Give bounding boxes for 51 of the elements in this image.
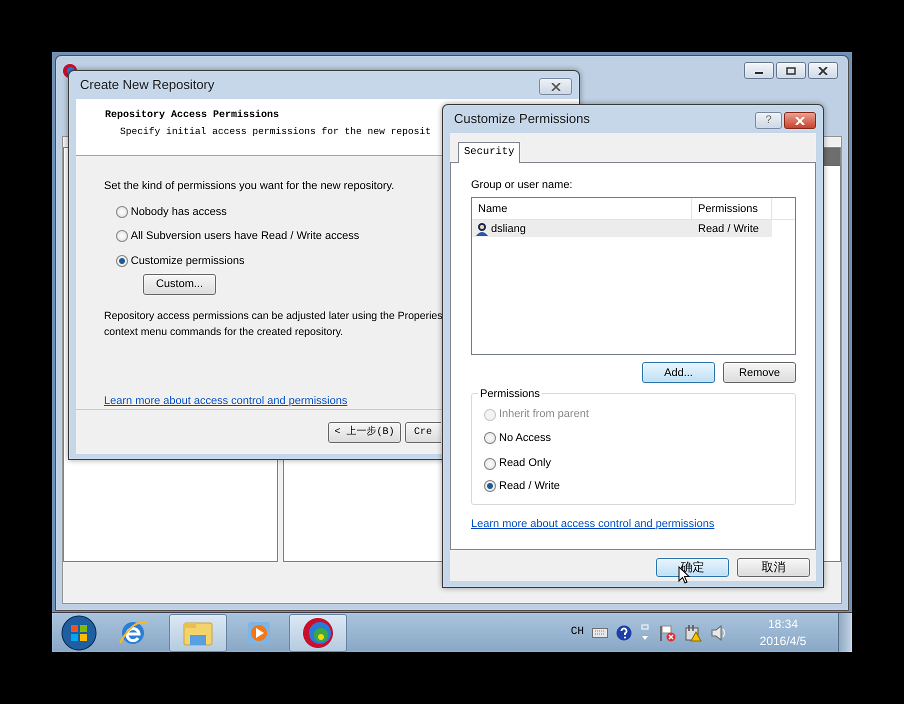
page-subtitle: Specify initial access permissions for the new reposit [120, 125, 431, 139]
radio-option[interactable]: Nobody has access [116, 204, 227, 220]
ok-button[interactable]: 确定 [656, 558, 729, 577]
permission-value: Read / Write [697, 222, 759, 236]
remove-button[interactable]: Remove [723, 362, 796, 384]
help-icon[interactable] [616, 624, 632, 640]
user-name: dsliang [491, 222, 526, 236]
close-button[interactable] [539, 78, 572, 95]
add-button[interactable]: Add... [642, 362, 715, 384]
close-icon [795, 116, 805, 124]
input-language[interactable]: CH [570, 624, 584, 641]
close-icon [550, 82, 560, 90]
dialog-title: Customize Permissions [454, 110, 590, 128]
close-button[interactable] [784, 112, 816, 129]
tab[interactable]: Security [458, 142, 520, 163]
radio-option[interactable]: Read Only [484, 455, 551, 472]
close-button[interactable] [808, 62, 838, 79]
app-taskbar-button[interactable] [289, 614, 347, 652]
back-button[interactable]: < 上一步(B) [328, 422, 401, 442]
clock-time: 18:34 [768, 616, 798, 632]
dialog-title: Create New Repository [80, 76, 214, 94]
help-link[interactable]: Learn more about access control and permissions [471, 516, 714, 533]
help-link[interactable]: Learn more about access control and permissions [104, 392, 348, 409]
create-button[interactable]: Cre [405, 422, 441, 442]
help-button[interactable]: ? [755, 112, 782, 129]
clock-date: 2016/4/5 [760, 632, 806, 649]
user-icon [476, 222, 488, 236]
radio-option[interactable]: All Subversion users have Read / Write access [116, 228, 360, 244]
radio-option[interactable]: No Access [484, 430, 551, 446]
folder-taskbar-button[interactable] [169, 614, 227, 652]
keyboard-icon[interactable] [592, 628, 608, 638]
network-warning-icon[interactable] [684, 624, 702, 642]
radio-option[interactable]: Customize permissions [116, 252, 244, 269]
start-button[interactable] [61, 614, 97, 650]
app-logo-icon [302, 616, 334, 648]
speaker-icon[interactable] [710, 624, 728, 640]
close-icon [818, 66, 828, 74]
flag-error-icon[interactable] [658, 624, 676, 642]
maximize-icon [786, 66, 796, 74]
minimize-button[interactable] [744, 62, 774, 79]
group-label: Group or user name: [471, 178, 572, 193]
page-heading: Repository Access Permissions [105, 108, 280, 123]
maximize-button[interactable] [776, 62, 806, 79]
cancel-button[interactable]: 取消 [737, 558, 810, 577]
custom-button[interactable]: Custom... [143, 274, 216, 295]
show-desktop-button[interactable] [838, 612, 852, 652]
list-row[interactable]: dsliang Read / Write [472, 220, 772, 238]
note-text: Repository access permissions can be adjusted later using the Properies [104, 309, 443, 324]
note-text: context menu commands for the created repository. [104, 324, 344, 340]
prompt-text: Set the kind of permissions you want for the new repository. [104, 179, 394, 194]
radio-option[interactable]: Read / Write [484, 478, 560, 494]
